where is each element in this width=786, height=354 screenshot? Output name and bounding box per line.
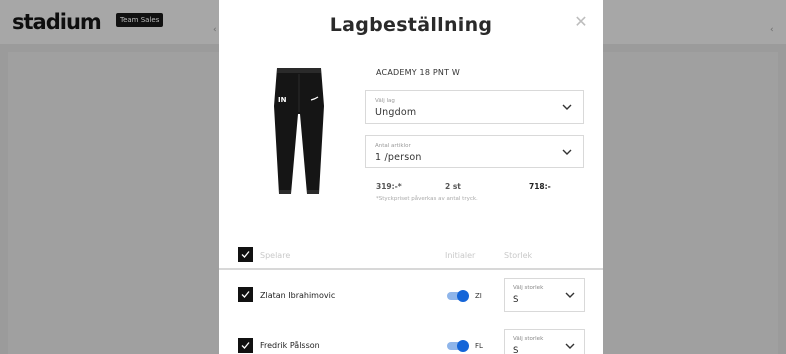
size-select-value: S	[513, 346, 519, 354]
player-checkbox[interactable]	[238, 338, 253, 353]
product-name: ACADEMY 18 PNT W	[376, 68, 461, 77]
chevron-down-icon	[562, 104, 572, 110]
size-select-label: Välj storlek	[513, 336, 544, 342]
chevron-down-icon	[562, 149, 572, 155]
select-all-checkbox[interactable]	[238, 247, 253, 262]
product-image	[274, 68, 324, 194]
initials-toggle[interactable]	[447, 290, 469, 302]
stadium-logo: stadium	[12, 10, 102, 34]
modal-title: Lagbeställning	[329, 14, 493, 36]
team-select-label: Välj lag	[375, 98, 395, 104]
size-select-label: Välj storlek	[513, 285, 544, 291]
table-divider	[219, 268, 603, 270]
total-price: 718:-	[529, 182, 551, 191]
column-header-player: Spelare	[260, 251, 291, 260]
overflow-dot-icon: ‹	[770, 25, 774, 35]
product-print-initials: IN	[278, 96, 287, 104]
overflow-dot-icon: ‹	[213, 25, 217, 35]
player-initials: ZI	[475, 292, 482, 300]
size-select[interactable]: Välj storlek S	[504, 329, 585, 354]
team-order-modal: Lagbeställning ✕ IN ACADEMY 18 PNT W Väl…	[219, 0, 603, 354]
quantity-select[interactable]: Antal artiklor 1 /person	[365, 135, 584, 168]
price-note: *Styckpriset påverkas av antal tryck.	[376, 196, 478, 202]
player-name: Zlatan Ibrahimovic	[260, 291, 336, 300]
player-checkbox[interactable]	[238, 287, 253, 302]
team-sales-badge: Team Sales	[116, 13, 164, 27]
chevron-down-icon	[565, 292, 575, 298]
player-name: Fredrik Pålsson	[260, 341, 320, 350]
player-initials: FL	[475, 342, 483, 350]
size-select[interactable]: Välj storlek S	[504, 278, 585, 312]
toggle-knob	[457, 290, 469, 302]
quantity-select-label: Antal artiklor	[375, 143, 411, 149]
team-select-value: Ungdom	[375, 107, 417, 118]
size-select-value: S	[513, 295, 519, 305]
checkmark-icon	[241, 342, 250, 349]
quantity-select-value: 1 /person	[375, 152, 422, 163]
column-header-size: Storlek	[504, 251, 533, 260]
close-icon[interactable]: ✕	[573, 14, 589, 30]
unit-price: 319:-*	[376, 182, 402, 191]
toggle-knob	[457, 340, 469, 352]
order-quantity: 2 st	[445, 182, 461, 191]
checkmark-icon	[241, 291, 250, 298]
initials-toggle[interactable]	[447, 340, 469, 352]
chevron-down-icon	[565, 343, 575, 349]
team-select[interactable]: Välj lag Ungdom	[365, 90, 584, 124]
column-header-initials: Initialer	[445, 251, 476, 260]
checkmark-icon	[241, 251, 250, 258]
